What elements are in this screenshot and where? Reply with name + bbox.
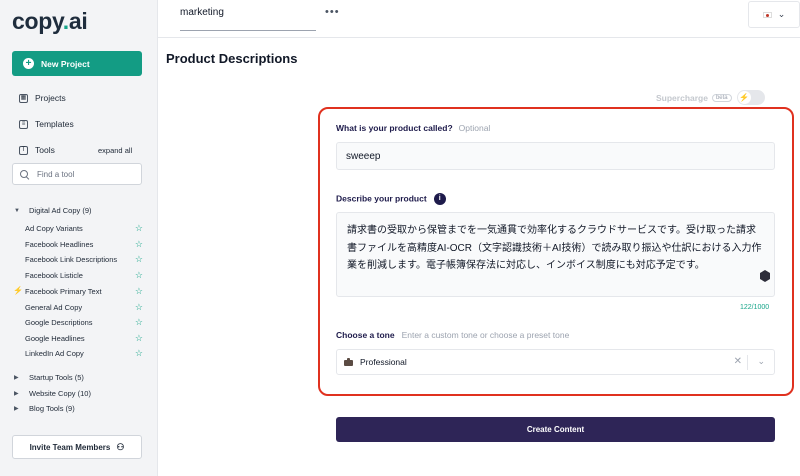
copyai-logo[interactable]: copy.ai — [12, 8, 88, 35]
japan-flag-icon — [762, 11, 772, 18]
star-icon[interactable]: ☆ — [135, 349, 143, 358]
tool-label: Facebook Headlines — [25, 240, 94, 249]
star-icon[interactable]: ☆ — [135, 240, 143, 249]
tool-label: Google Descriptions — [25, 318, 93, 327]
more-options-icon[interactable]: ••• — [325, 6, 340, 18]
tab-marketing[interactable]: marketing — [180, 7, 224, 18]
sidebar-item-tools[interactable]: T Tools — [19, 145, 55, 155]
supercharge-toggle-row: Supercharge beta ⚡ — [656, 90, 765, 105]
tool-item[interactable]: Ad Copy Variants ☆ — [25, 224, 143, 234]
star-icon[interactable]: ☆ — [135, 271, 143, 280]
group-startup-tools[interactable]: ▶ Startup Tools (5) — [14, 373, 84, 382]
tool-label: Ad Copy Variants — [25, 224, 83, 233]
info-icon[interactable]: i — [433, 193, 446, 205]
supercharge-toggle[interactable]: ⚡ — [736, 90, 765, 105]
group-website-copy[interactable]: ▶ Website Copy (10) — [14, 389, 91, 398]
caret-right-icon: ▶ — [14, 406, 19, 412]
tone-label: Choose a tone Enter a custom tone or choo… — [336, 330, 569, 340]
tool-label: Facebook Listicle — [25, 271, 83, 280]
product-description-textarea[interactable]: 請求書の受取から保管までを一気通貫で効率化するクラウドサービスです。受け取った請… — [336, 212, 775, 297]
optional-hint: Optional — [458, 123, 491, 133]
sidebar-item-projects[interactable]: ▦ Projects — [19, 93, 66, 103]
logo-text-end: ai — [68, 8, 88, 34]
sidebar-item-label: Tools — [35, 145, 55, 155]
separator — [747, 355, 748, 370]
tool-label: Facebook Link Descriptions — [25, 255, 118, 264]
tone-hint: Enter a custom tone or choose a preset t… — [401, 330, 570, 340]
language-selector[interactable]: ⌄ — [748, 1, 800, 28]
sidebar: copy.ai + New Project ▦ Projects ≡ Templ… — [0, 0, 158, 476]
group-digital-ad-copy[interactable]: ▼ Digital Ad Copy (9) — [14, 206, 92, 215]
tool-item[interactable]: Facebook Listicle ☆ — [25, 271, 143, 281]
clear-icon[interactable]: ✕ — [734, 356, 742, 367]
tool-search-input[interactable] — [37, 169, 137, 179]
invite-team-button[interactable]: Invite Team Members ⚇ — [12, 435, 142, 459]
star-icon[interactable]: ☆ — [135, 287, 143, 296]
sidebar-item-label: Templates — [35, 119, 74, 129]
add-user-icon: ⚇ — [116, 441, 125, 452]
document-icon: ≡ — [19, 119, 28, 129]
bolt-icon: ⚡ — [737, 91, 751, 104]
group-label: Website Copy (10) — [29, 389, 91, 398]
beta-badge: beta — [711, 93, 732, 102]
supercharge-label: Supercharge — [656, 92, 708, 103]
tool-item[interactable]: General Ad Copy ☆ — [25, 303, 143, 313]
logo-text: copy — [12, 8, 63, 34]
sidebar-item-label: Projects — [35, 93, 66, 103]
star-icon[interactable]: ☆ — [135, 255, 143, 264]
star-icon[interactable]: ☆ — [135, 224, 143, 233]
group-label: Startup Tools (5) — [29, 373, 84, 382]
tool-label: LinkedIn Ad Copy — [25, 349, 84, 358]
grid-icon: ▦ — [19, 93, 28, 103]
chevron-down-icon[interactable]: ⌄ — [757, 356, 765, 367]
tool-item[interactable]: Facebook Headlines ☆ — [25, 240, 143, 250]
label-text: Choose a tone — [336, 330, 395, 340]
tool-label: Google Headlines — [25, 334, 85, 343]
tool-item[interactable]: Facebook Link Descriptions ☆ — [25, 255, 143, 265]
tone-select[interactable]: Professional ✕ ⌄ — [336, 349, 775, 375]
character-counter: 122/1000 — [740, 304, 770, 311]
new-project-label: New Project — [41, 58, 90, 69]
invite-label: Invite Team Members — [29, 442, 111, 452]
star-icon[interactable]: ☆ — [135, 303, 143, 312]
bolt-icon: ⚡ — [13, 286, 23, 295]
label-text: What is your product called? — [336, 123, 453, 133]
new-project-button[interactable]: + New Project — [12, 51, 142, 76]
toolbox-icon: T — [19, 145, 28, 155]
label-text: Describe your product — [336, 193, 427, 204]
tool-label: Facebook Primary Text — [25, 287, 102, 296]
group-label: Digital Ad Copy (9) — [29, 206, 92, 215]
plus-icon: + — [23, 58, 34, 69]
expand-all-link[interactable]: expand all — [98, 146, 132, 155]
top-bar: marketing ••• ⌄ — [158, 0, 800, 38]
tool-search[interactable] — [12, 163, 142, 185]
create-content-button[interactable]: Create Content — [336, 417, 775, 442]
describe-label: Describe your product i — [336, 193, 446, 205]
search-icon — [20, 169, 29, 179]
tool-item[interactable]: Facebook Primary Text ☆ — [25, 287, 143, 297]
briefcase-icon — [344, 358, 353, 366]
chevron-down-icon: ⌄ — [777, 9, 786, 19]
star-icon[interactable]: ☆ — [135, 334, 143, 343]
sidebar-item-templates[interactable]: ≡ Templates — [19, 119, 74, 129]
tool-label: General Ad Copy — [25, 303, 83, 312]
tone-value: Professional — [360, 357, 407, 367]
caret-right-icon: ▶ — [14, 375, 19, 381]
star-icon[interactable]: ☆ — [135, 318, 143, 327]
page-title: Product Descriptions — [166, 51, 298, 66]
product-name-label: What is your product called? Optional — [336, 123, 490, 133]
tool-item[interactable]: LinkedIn Ad Copy ☆ — [25, 349, 143, 359]
group-label: Blog Tools (9) — [29, 404, 75, 413]
product-name-input[interactable]: sweeep — [336, 142, 775, 170]
tool-item[interactable]: Google Headlines ☆ — [25, 334, 143, 344]
tab-underline — [180, 30, 316, 31]
group-blog-tools[interactable]: ▶ Blog Tools (9) — [14, 404, 75, 413]
caret-down-icon: ▼ — [14, 207, 20, 214]
tool-item[interactable]: Google Descriptions ☆ — [25, 318, 143, 328]
caret-right-icon: ▶ — [14, 391, 19, 397]
